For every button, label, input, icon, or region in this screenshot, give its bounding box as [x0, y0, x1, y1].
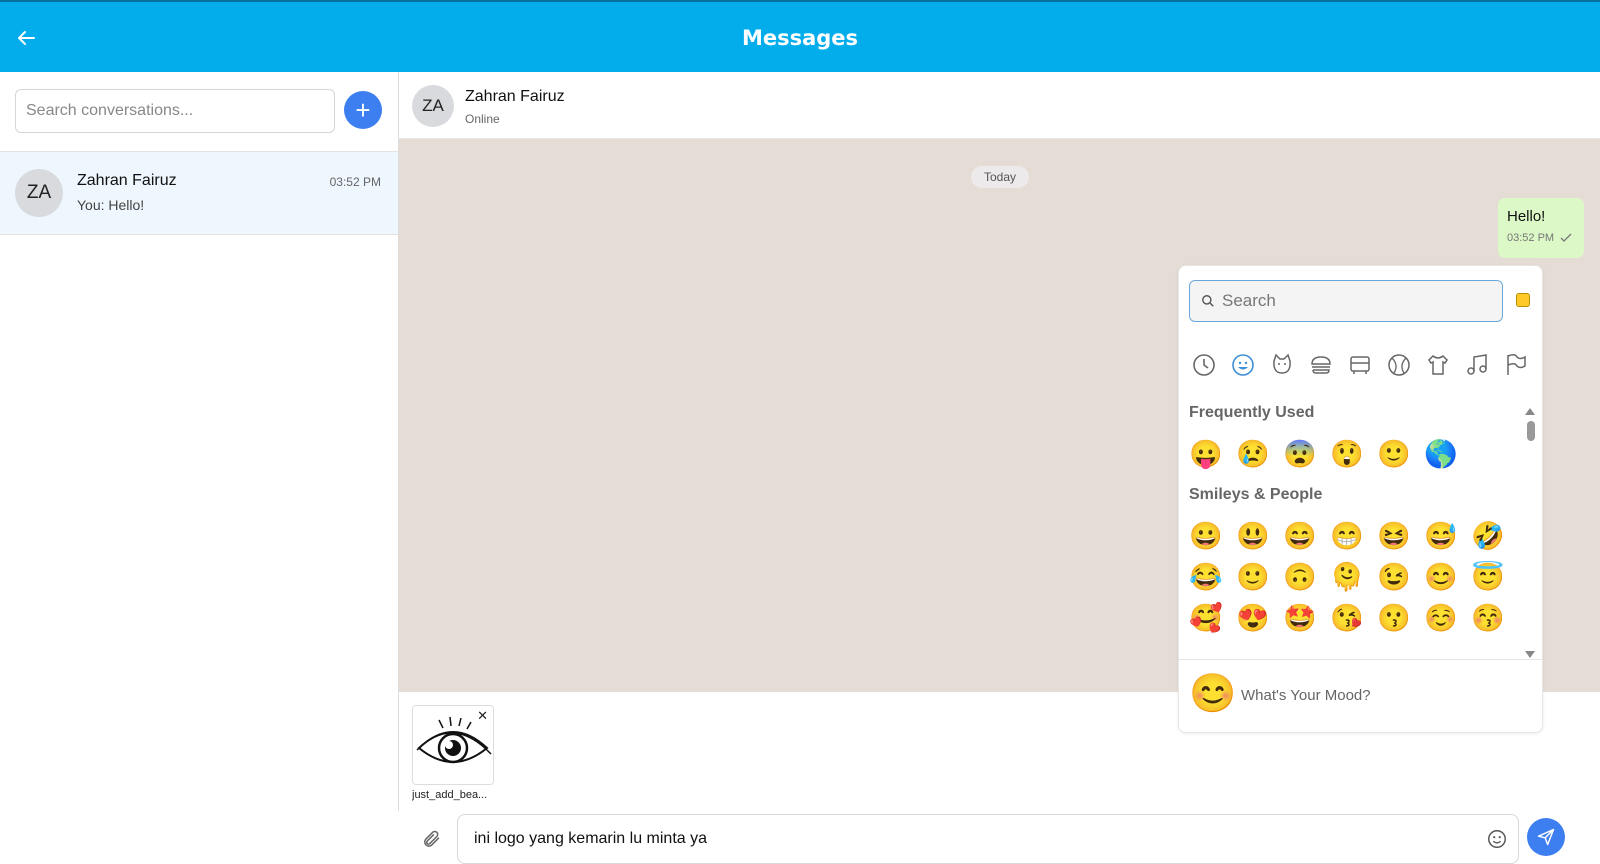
page-title: Messages	[741, 26, 859, 50]
emoji-preview-footer: 😊 What's Your Mood?	[1179, 659, 1542, 732]
emoji[interactable]: 🤩	[1283, 603, 1317, 633]
animals-icon[interactable]	[1269, 352, 1295, 378]
attachment-filename: just_add_bea...	[412, 789, 488, 801]
food-icon[interactable]	[1308, 352, 1334, 378]
emoji[interactable]: 😛	[1189, 439, 1223, 469]
contact-status: Online	[465, 112, 500, 126]
smileys-icon[interactable]	[1230, 352, 1256, 378]
emoji[interactable]: 😂	[1189, 562, 1223, 592]
chat-header: ZA Zahran Fairuz Online	[399, 72, 1600, 139]
emoji[interactable]: 😚	[1471, 603, 1505, 633]
conversation-item[interactable]: ZA Zahran Fairuz You: Hello! 03:52 PM	[0, 151, 398, 235]
emoji[interactable]: 🙂	[1377, 439, 1411, 469]
date-divider: Today	[971, 166, 1029, 188]
emoji[interactable]: 🙂	[1236, 562, 1270, 592]
avatar: ZA	[15, 169, 63, 217]
emoji[interactable]: 😉	[1377, 562, 1411, 592]
emoji[interactable]: 🫠	[1330, 562, 1364, 592]
search-icon	[1202, 295, 1214, 307]
scroll-up-arrow[interactable]	[1525, 408, 1535, 415]
skin-tone-selector[interactable]	[1516, 293, 1530, 307]
emoji[interactable]: ☺️	[1424, 603, 1458, 633]
attachment-preview[interactable]: ✕	[412, 705, 494, 785]
emoji[interactable]: 😢	[1236, 439, 1270, 469]
conversation-name: Zahran Fairuz	[77, 172, 177, 189]
contact-name: Zahran Fairuz	[465, 88, 565, 105]
flags-icon[interactable]	[1503, 352, 1529, 378]
remove-attachment-icon[interactable]: ✕	[477, 708, 488, 724]
conversation-time: 03:52 PM	[329, 175, 381, 189]
activities-icon[interactable]	[1386, 352, 1412, 378]
send-icon	[1537, 828, 1555, 846]
contact-avatar: ZA	[412, 85, 454, 127]
emoji[interactable]: 😃	[1236, 521, 1270, 551]
emoji[interactable]: 🌎	[1424, 439, 1458, 469]
recent-icon[interactable]	[1191, 352, 1217, 378]
emoji[interactable]: 🙃	[1283, 562, 1317, 592]
emoji[interactable]: 😄	[1283, 521, 1317, 551]
emoji[interactable]: 😲	[1330, 439, 1364, 469]
scrollbar-thumb[interactable]	[1527, 421, 1535, 441]
send-button[interactable]	[1527, 818, 1565, 856]
emoji-search-input[interactable]	[1189, 280, 1503, 322]
conversation-sidebar: + ZA Zahran Fairuz You: Hello! 03:52 PM	[0, 72, 399, 811]
emoji[interactable]: 😗	[1377, 603, 1411, 633]
smileys-row: 😂 🙂 🙃 🫠 😉 😊 😇	[1189, 562, 1505, 592]
emoji[interactable]: 🤣	[1471, 521, 1505, 551]
emoji[interactable]: 😍	[1236, 603, 1270, 633]
emoji[interactable]: 😘	[1330, 603, 1364, 633]
scroll-down-arrow[interactable]	[1525, 651, 1535, 658]
new-conversation-button[interactable]: +	[344, 91, 382, 129]
conversation-preview: You: Hello!	[77, 197, 145, 213]
emoji[interactable]: 😅	[1424, 521, 1458, 551]
emoji[interactable]: 😇	[1471, 562, 1505, 592]
search-conversations-input[interactable]	[15, 89, 335, 133]
app-header: Messages	[0, 0, 1600, 72]
frequently-used-title: Frequently Used	[1189, 404, 1315, 421]
emoji[interactable]: 😆	[1377, 521, 1411, 551]
message-text: Hello!	[1507, 208, 1546, 225]
message-meta: 03:52 PM	[1507, 232, 1575, 244]
travel-icon[interactable]	[1347, 352, 1373, 378]
outgoing-message: Hello! 03:52 PM	[1498, 198, 1584, 258]
smileys-row: 🥰 😍 🤩 😘 😗 ☺️ 😚	[1189, 603, 1505, 633]
paperclip-icon[interactable]	[421, 829, 441, 849]
emoji-category-tabs	[1191, 352, 1529, 378]
objects-icon[interactable]	[1425, 352, 1451, 378]
message-input[interactable]: ini logo yang kemarin lu minta ya	[457, 814, 1519, 864]
emoji-picker-toggle-icon[interactable]	[1486, 828, 1508, 850]
mood-text: What's Your Mood?	[1241, 687, 1371, 704]
smileys-row: 😀 😃 😄 😁 😆 😅 🤣	[1189, 521, 1505, 551]
message-time: 03:52 PM	[1507, 232, 1555, 244]
mood-emoji: 😊	[1189, 673, 1237, 715]
check-icon	[1560, 233, 1572, 242]
emoji-picker: Frequently Used 😛 😢 😨 😲 🙂 🌎 Smileys & Pe…	[1178, 265, 1543, 733]
emoji[interactable]: 😀	[1189, 521, 1223, 551]
emoji[interactable]: 🥰	[1189, 603, 1223, 633]
emoji[interactable]: 😨	[1283, 439, 1317, 469]
symbols-icon[interactable]	[1464, 352, 1490, 378]
emoji[interactable]: 😊	[1424, 562, 1458, 592]
frequently-used-row: 😛 😢 😨 😲 🙂 🌎	[1189, 439, 1458, 469]
emoji[interactable]: 😁	[1330, 521, 1364, 551]
smileys-people-title: Smileys & People	[1189, 486, 1323, 503]
